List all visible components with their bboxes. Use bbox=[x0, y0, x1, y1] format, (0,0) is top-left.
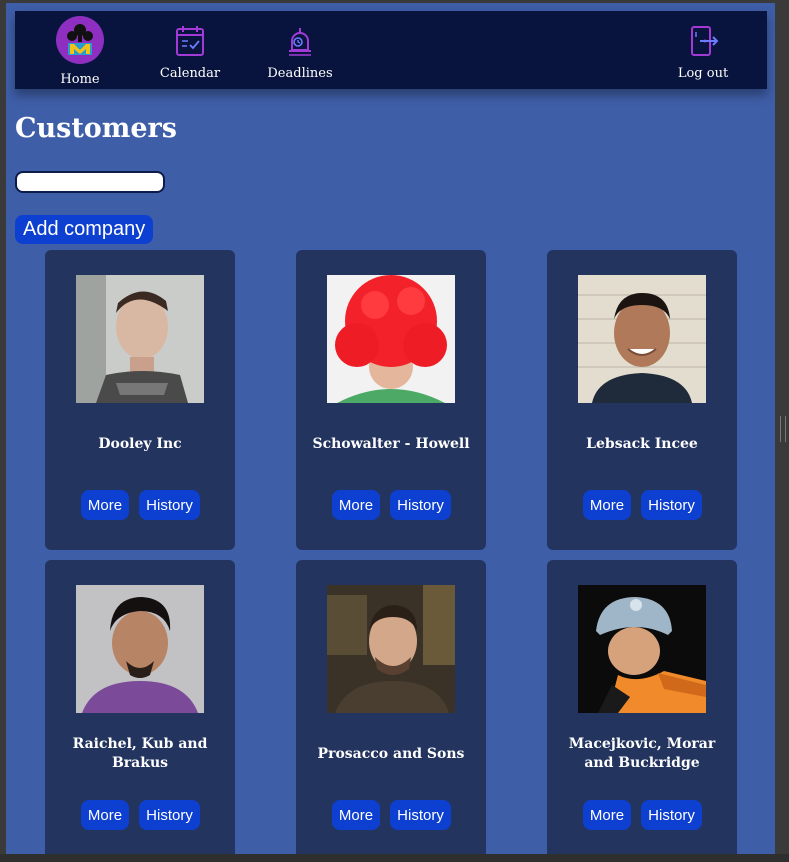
nav-calendar-label: Calendar bbox=[159, 66, 221, 81]
search-input[interactable] bbox=[15, 171, 165, 193]
customer-card: Raichel, Kub and Brakus More History bbox=[45, 560, 235, 854]
history-button[interactable]: History bbox=[641, 800, 702, 830]
history-button[interactable]: History bbox=[390, 800, 451, 830]
customer-name: Dooley Inc bbox=[98, 436, 182, 452]
customer-name: Raichel, Kub and Brakus bbox=[72, 736, 208, 771]
nav-calendar[interactable]: Calendar bbox=[155, 11, 225, 89]
customer-name: Macejkovic, Morar and Buckridge bbox=[568, 736, 716, 771]
logout-door-icon bbox=[691, 26, 719, 56]
logo-icon bbox=[56, 16, 104, 64]
customer-photo bbox=[327, 585, 455, 713]
history-button[interactable]: History bbox=[139, 800, 200, 830]
calendar-icon bbox=[176, 26, 204, 56]
resize-handle[interactable] bbox=[780, 416, 786, 442]
page-title: Customers bbox=[15, 113, 177, 144]
history-button[interactable]: History bbox=[641, 490, 702, 520]
customer-card: Dooley Inc More History bbox=[45, 250, 235, 550]
deadline-bell-icon bbox=[289, 28, 311, 56]
app-window: Home Calendar Deadlines Log out Customer… bbox=[6, 3, 775, 854]
window-bottom-edge bbox=[0, 854, 789, 862]
customer-photo bbox=[327, 275, 455, 403]
more-button[interactable]: More bbox=[81, 490, 129, 520]
customer-photo bbox=[76, 585, 204, 713]
customer-name: Schowalter - Howell bbox=[312, 436, 470, 452]
history-button[interactable]: History bbox=[139, 490, 200, 520]
nav-deadlines[interactable]: Deadlines bbox=[263, 11, 337, 89]
nav-home[interactable]: Home bbox=[53, 11, 107, 89]
more-button[interactable]: More bbox=[332, 490, 380, 520]
customer-name: Prosacco and Sons bbox=[317, 746, 465, 762]
more-button[interactable]: More bbox=[81, 800, 129, 830]
customer-photo bbox=[76, 275, 204, 403]
nav-deadlines-label: Deadlines bbox=[267, 66, 333, 81]
add-company-button[interactable]: Add company bbox=[15, 215, 154, 244]
more-button[interactable]: More bbox=[332, 800, 380, 830]
nav-home-label: Home bbox=[60, 72, 100, 87]
customer-photo bbox=[578, 275, 706, 403]
customer-photo bbox=[578, 585, 706, 713]
top-navbar: Home Calendar Deadlines Log out bbox=[15, 11, 767, 89]
customer-card: Prosacco and Sons More History bbox=[296, 560, 486, 854]
customer-card: Lebsack Incee More History bbox=[547, 250, 737, 550]
customer-card: Macejkovic, Morar and Buckridge More His… bbox=[547, 560, 737, 854]
customer-card: Schowalter - Howell More History bbox=[296, 250, 486, 550]
history-button[interactable]: History bbox=[390, 490, 451, 520]
customer-name: Lebsack Incee bbox=[586, 436, 698, 452]
more-button[interactable]: More bbox=[583, 800, 631, 830]
more-button[interactable]: More bbox=[583, 490, 631, 520]
nav-logout-label: Log out bbox=[677, 66, 729, 81]
nav-logout[interactable]: Log out bbox=[673, 11, 733, 89]
